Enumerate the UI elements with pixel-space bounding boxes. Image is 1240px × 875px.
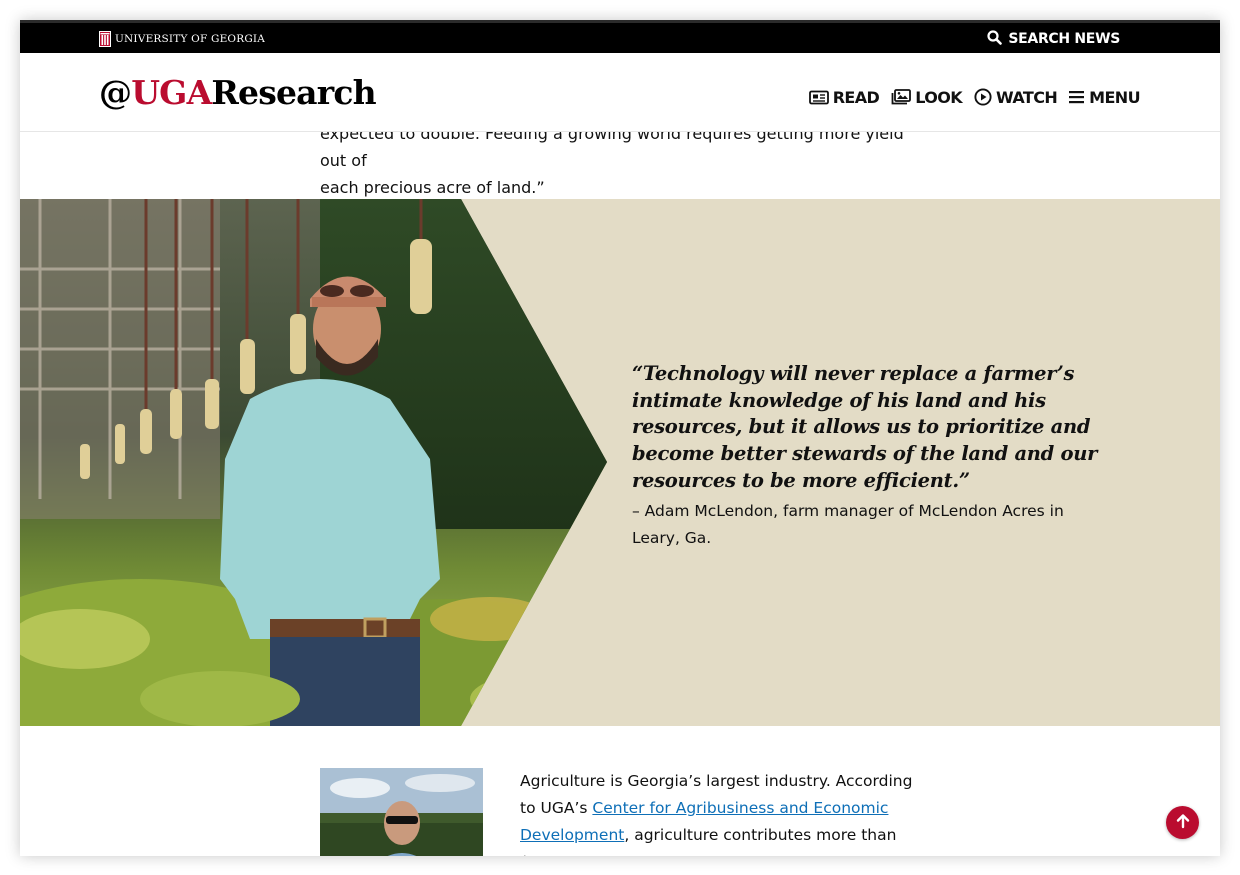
images-icon — [891, 89, 912, 105]
play-icon — [974, 88, 992, 106]
article-lead-text: expected to double. Feeding a growing wo… — [320, 120, 920, 201]
newspaper-icon — [808, 90, 829, 105]
search-news-button[interactable]: SEARCH NEWS — [987, 29, 1120, 49]
back-to-top-button[interactable] — [1166, 806, 1199, 839]
search-news-label: SEARCH NEWS — [1008, 31, 1120, 47]
logo-uga: UGA — [131, 73, 212, 112]
inline-photo — [320, 768, 483, 856]
quote-attribution: – Adam McLendon, farm manager of McLendo… — [632, 502, 1064, 547]
university-link[interactable]: UNIVERSITY OF GEORGIA — [99, 29, 265, 49]
arrow-up-icon — [1175, 813, 1191, 833]
hamburger-icon — [1069, 90, 1085, 104]
farmer-photo — [20, 199, 607, 726]
page-frame: UNIVERSITY OF GEORGIA SEARCH NEWS @UGARe… — [20, 20, 1220, 856]
top-bar: UNIVERSITY OF GEORGIA SEARCH NEWS — [20, 20, 1220, 53]
nav-read-label: READ — [832, 87, 880, 107]
main-nav: READ LOOK WATCH MENU — [808, 86, 1141, 108]
nav-read[interactable]: READ — [808, 87, 880, 107]
nav-watch[interactable]: WATCH — [974, 87, 1058, 107]
search-icon — [987, 29, 1003, 49]
logo-at: @ — [99, 73, 132, 112]
article-body-paragraph: Agriculture is Georgia’s largest industr… — [520, 768, 930, 856]
logo-research: Research — [211, 73, 376, 112]
arch-icon — [99, 31, 111, 47]
nav-watch-label: WATCH — [996, 87, 1058, 107]
lead-line-2: each precious acre of land.” — [320, 178, 545, 197]
pull-quote-section: “Technology will never replace a farmer’… — [20, 199, 1220, 726]
university-label: UNIVERSITY OF GEORGIA — [115, 33, 266, 45]
nav-menu[interactable]: MENU — [1069, 87, 1141, 107]
pull-quote-text: “Technology will never replace a farmer’… — [632, 362, 1098, 492]
nav-menu-label: MENU — [1089, 87, 1140, 107]
nav-look-label: LOOK — [915, 87, 963, 107]
site-logo[interactable]: @UGAResearch — [99, 73, 377, 112]
site-header: @UGAResearch READ LOOK WATCH MENU — [20, 53, 1220, 132]
nav-look[interactable]: LOOK — [891, 87, 963, 107]
